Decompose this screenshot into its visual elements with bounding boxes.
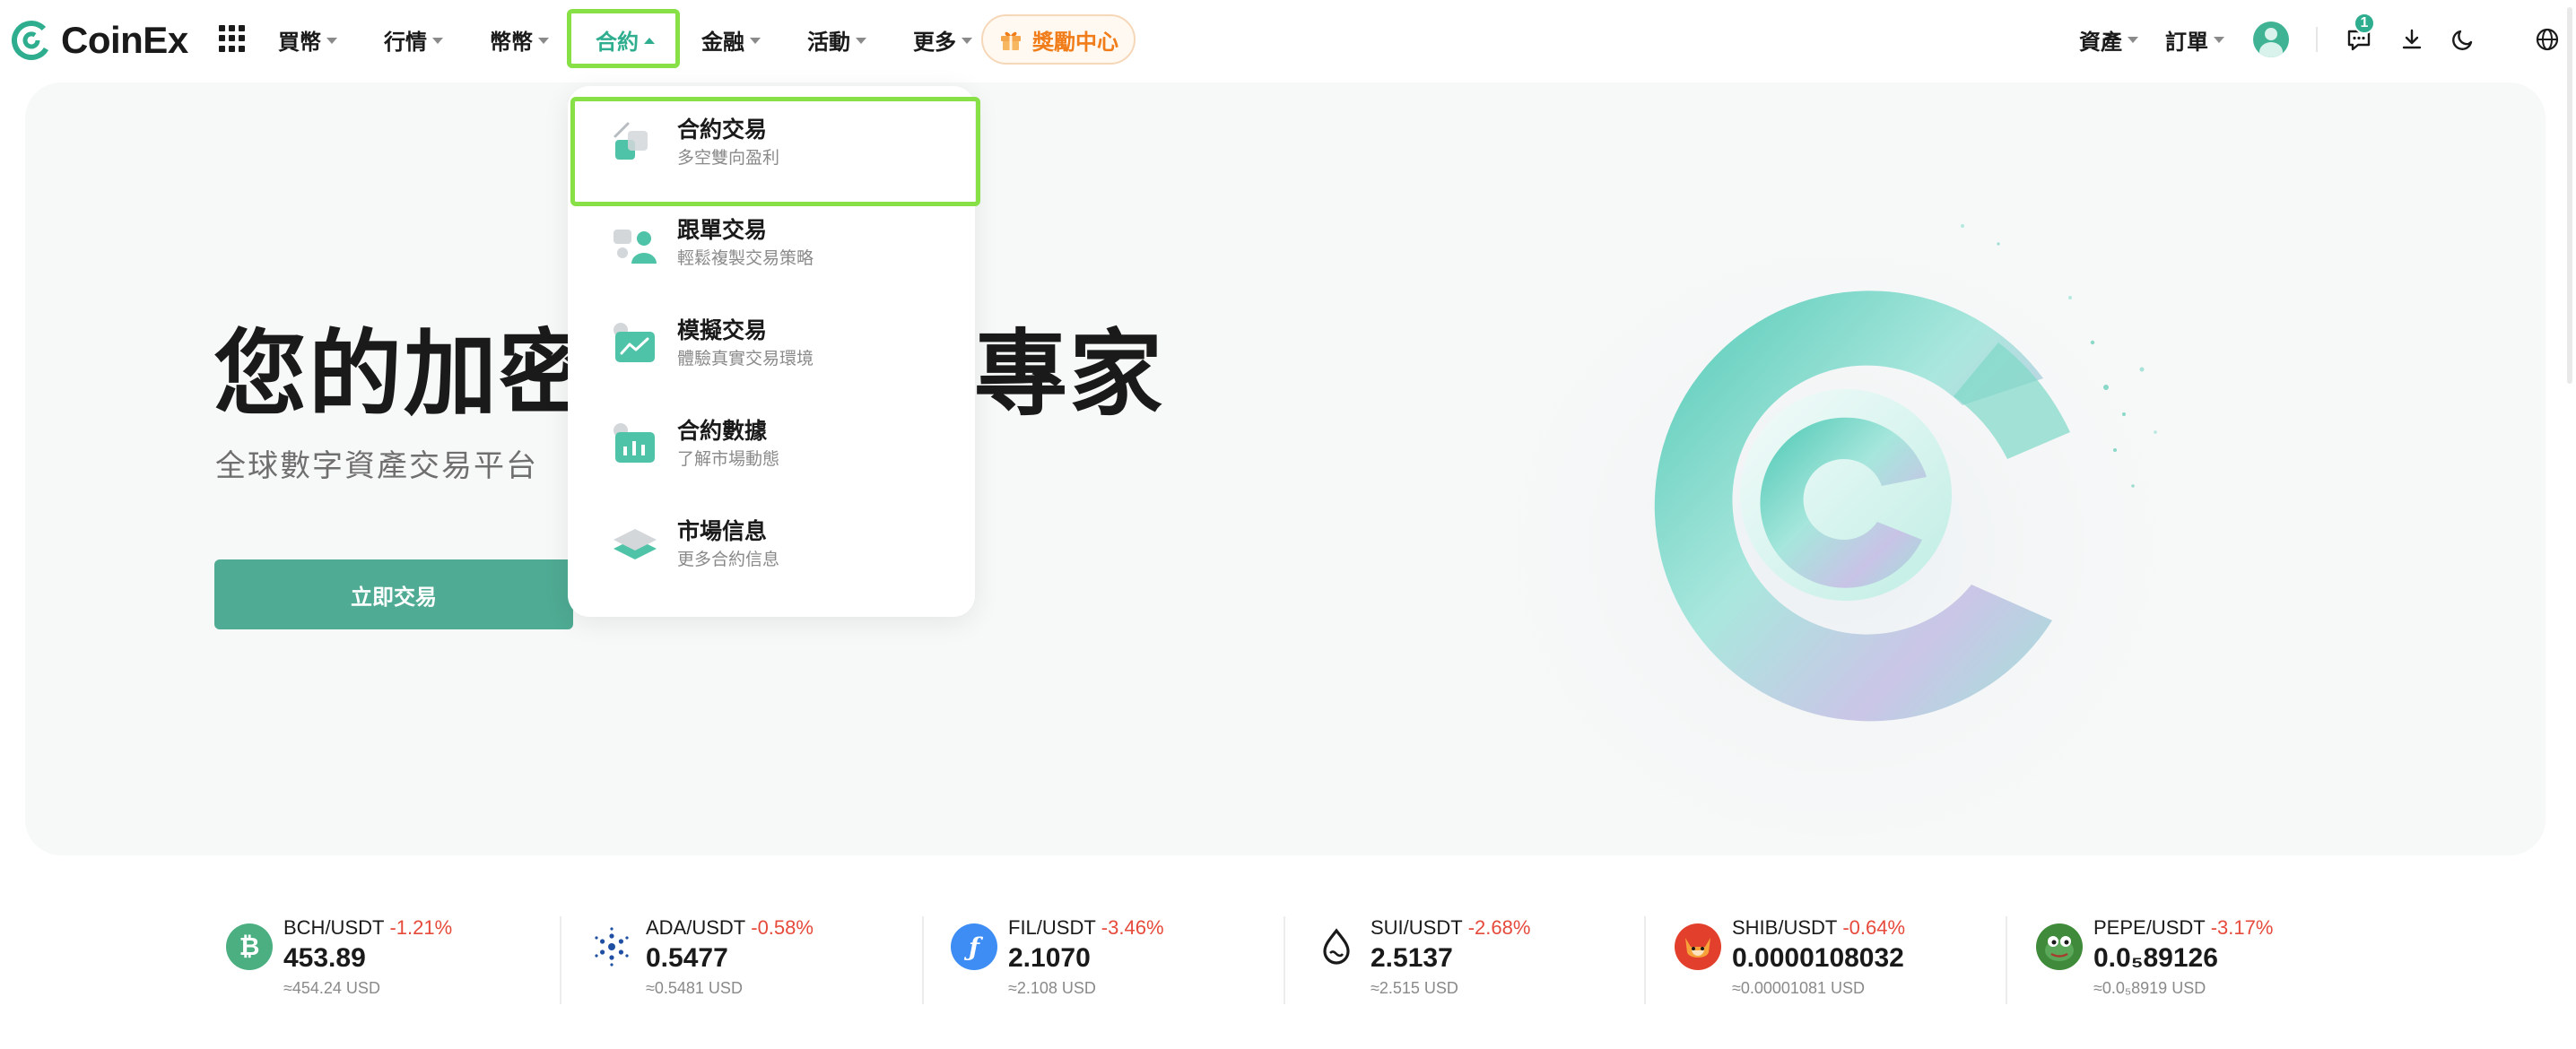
coinex-logo[interactable]: CoinEx [11, 18, 188, 63]
user-avatar[interactable] [2253, 22, 2289, 57]
nav-futures[interactable]: 合約 [567, 0, 680, 79]
menu-item-demo-trading[interactable]: 模擬交易 體驗真實交易環境 [568, 294, 975, 394]
shib-icon [1675, 923, 1721, 970]
pepe-icon [2036, 923, 2083, 970]
coinex-3d-logo-image [1487, 190, 2187, 836]
main-nav: 買幣 行情 幣幣 合約 金融 活動 更多 [278, 0, 1019, 79]
futures-trade-icon [614, 122, 648, 160]
ticker-divider [922, 916, 924, 1004]
notification-badge: 1 [2354, 13, 2375, 34]
page-scrollbar[interactable] [2567, 7, 2572, 384]
futures-dropdown-menu: 合約交易 多空雙向盈利 跟單交易 輕鬆複製交易策略 模擬交易 體驗真實交易環境 [568, 86, 980, 617]
copy-trade-icon [614, 230, 657, 264]
trade-now-button[interactable]: 立即交易 [214, 559, 573, 629]
chevron-down-icon [750, 37, 761, 44]
menu-item-market-info[interactable]: 市場信息 更多合約信息 [568, 495, 975, 595]
language-globe-icon[interactable] [2531, 23, 2563, 56]
chevron-down-icon [538, 37, 549, 44]
download-icon[interactable] [2396, 23, 2428, 56]
hero-banner: 您的加密貨幣交易專家 全球數字資產交易平台 立即交易 [25, 82, 2546, 855]
nav-spot[interactable]: 幣幣 [490, 0, 549, 79]
nav-markets[interactable]: 行情 [384, 0, 443, 79]
chevron-down-icon [2214, 36, 2224, 43]
brand-name: CoinEx [61, 19, 188, 61]
top-header: CoinEx 買幣 行情 幣幣 合約 金融 活動 更多 獎勵中心 資產 訂單 1 [0, 0, 2576, 79]
nav-buy-crypto[interactable]: 買幣 [278, 0, 337, 79]
assets-menu[interactable]: 資產 [2079, 0, 2138, 79]
orders-menu[interactable]: 訂單 [2165, 0, 2224, 79]
chevron-down-icon [326, 37, 337, 44]
nav-more[interactable]: 更多 [913, 0, 972, 79]
ticker-divider [560, 916, 561, 1004]
bch-icon: ₿ [226, 923, 273, 970]
demo-trade-icon [614, 323, 655, 362]
fil-icon: ƒ [951, 923, 997, 970]
market-info-icon [614, 529, 657, 559]
chevron-up-icon [644, 37, 655, 44]
reward-center-button[interactable]: 獎勵中心 [981, 14, 1136, 65]
price-ticker: ₿ BCH/USDT -1.21% 453.89 ≈454.24 USD ADA/… [0, 897, 2576, 1049]
menu-item-futures-trading[interactable]: 合約交易 多空雙向盈利 [568, 93, 980, 206]
futures-data-icon [614, 423, 655, 463]
header-divider [2316, 27, 2318, 52]
apps-grid-icon[interactable] [219, 25, 246, 52]
chevron-down-icon [856, 37, 866, 44]
ticker-divider [1644, 916, 1646, 1004]
hero-subtitle: 全球數字資產交易平台 [215, 449, 538, 483]
ada-icon [588, 923, 635, 970]
nav-activities[interactable]: 活動 [807, 0, 866, 79]
menu-item-copy-trading[interactable]: 跟單交易 輕鬆複製交易策略 [568, 194, 975, 294]
chevron-down-icon [962, 37, 972, 44]
coinex-logo-icon [11, 20, 51, 60]
menu-item-futures-data[interactable]: 合約數據 了解市場動態 [568, 394, 975, 495]
chevron-down-icon [2128, 36, 2138, 43]
dark-mode-icon[interactable] [2447, 23, 2479, 56]
ticker-divider [1284, 916, 1285, 1004]
gift-icon [1001, 31, 1021, 50]
ticker-divider [2006, 916, 2007, 1004]
chevron-down-icon [432, 37, 443, 44]
nav-finance[interactable]: 金融 [701, 0, 761, 79]
reward-center-label: 獎勵中心 [1032, 30, 1118, 55]
sui-icon [1313, 923, 1360, 970]
